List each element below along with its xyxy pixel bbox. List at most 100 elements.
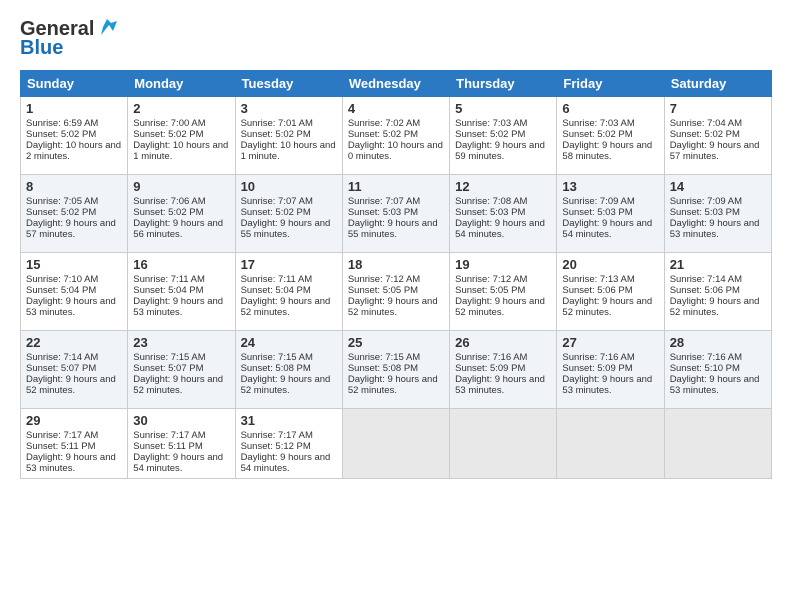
sunset-label: Sunset: 5:05 PM bbox=[455, 285, 525, 296]
logo-blue: Blue bbox=[20, 37, 63, 60]
sunrise-label: Sunrise: 7:16 AM bbox=[670, 352, 742, 363]
sunrise-label: Sunrise: 7:17 AM bbox=[26, 430, 98, 441]
daylight-label: Daylight: 9 hours and 55 minutes. bbox=[241, 218, 331, 240]
day-number: 13 bbox=[562, 179, 658, 194]
daylight-label: Daylight: 9 hours and 53 minutes. bbox=[455, 374, 545, 396]
header-cell-friday: Friday bbox=[557, 71, 664, 97]
sunrise-label: Sunrise: 7:15 AM bbox=[348, 352, 420, 363]
day-number: 10 bbox=[241, 179, 337, 194]
day-number: 20 bbox=[562, 257, 658, 272]
calendar-cell: 31 Sunrise: 7:17 AM Sunset: 5:12 PM Dayl… bbox=[235, 409, 342, 479]
logo-bird-icon bbox=[95, 17, 117, 39]
week-row-5: 29 Sunrise: 7:17 AM Sunset: 5:11 PM Dayl… bbox=[21, 409, 772, 479]
daylight-label: Daylight: 9 hours and 52 minutes. bbox=[133, 374, 223, 396]
sunset-label: Sunset: 5:11 PM bbox=[133, 441, 203, 452]
day-number: 30 bbox=[133, 413, 229, 428]
day-number: 31 bbox=[241, 413, 337, 428]
calendar-cell: 8 Sunrise: 7:05 AM Sunset: 5:02 PM Dayli… bbox=[21, 175, 128, 253]
daylight-label: Daylight: 9 hours and 52 minutes. bbox=[455, 296, 545, 318]
sunset-label: Sunset: 5:04 PM bbox=[133, 285, 203, 296]
sunset-label: Sunset: 5:08 PM bbox=[241, 363, 311, 374]
sunset-label: Sunset: 5:07 PM bbox=[26, 363, 96, 374]
calendar-cell: 14 Sunrise: 7:09 AM Sunset: 5:03 PM Dayl… bbox=[664, 175, 771, 253]
sunrise-label: Sunrise: 7:15 AM bbox=[241, 352, 313, 363]
daylight-label: Daylight: 9 hours and 53 minutes. bbox=[133, 296, 223, 318]
sunrise-label: Sunrise: 7:10 AM bbox=[26, 274, 98, 285]
sunrise-label: Sunrise: 6:59 AM bbox=[26, 118, 98, 129]
day-number: 27 bbox=[562, 335, 658, 350]
calendar-cell: 19 Sunrise: 7:12 AM Sunset: 5:05 PM Dayl… bbox=[450, 253, 557, 331]
day-number: 18 bbox=[348, 257, 444, 272]
sunset-label: Sunset: 5:05 PM bbox=[348, 285, 418, 296]
sunrise-label: Sunrise: 7:03 AM bbox=[455, 118, 527, 129]
header-cell-saturday: Saturday bbox=[664, 71, 771, 97]
sunrise-label: Sunrise: 7:05 AM bbox=[26, 196, 98, 207]
sunset-label: Sunset: 5:02 PM bbox=[241, 129, 311, 140]
sunrise-label: Sunrise: 7:07 AM bbox=[348, 196, 420, 207]
daylight-label: Daylight: 9 hours and 52 minutes. bbox=[241, 374, 331, 396]
calendar-cell: 25 Sunrise: 7:15 AM Sunset: 5:08 PM Dayl… bbox=[342, 331, 449, 409]
day-number: 12 bbox=[455, 179, 551, 194]
calendar-cell: 29 Sunrise: 7:17 AM Sunset: 5:11 PM Dayl… bbox=[21, 409, 128, 479]
week-row-1: 1 Sunrise: 6:59 AM Sunset: 5:02 PM Dayli… bbox=[21, 97, 772, 175]
calendar-cell: 21 Sunrise: 7:14 AM Sunset: 5:06 PM Dayl… bbox=[664, 253, 771, 331]
day-number: 15 bbox=[26, 257, 122, 272]
calendar-cell bbox=[450, 409, 557, 479]
calendar-cell: 11 Sunrise: 7:07 AM Sunset: 5:03 PM Dayl… bbox=[342, 175, 449, 253]
calendar-cell: 4 Sunrise: 7:02 AM Sunset: 5:02 PM Dayli… bbox=[342, 97, 449, 175]
sunset-label: Sunset: 5:03 PM bbox=[348, 207, 418, 218]
sunset-label: Sunset: 5:02 PM bbox=[133, 129, 203, 140]
day-number: 8 bbox=[26, 179, 122, 194]
page: General Blue SundayMondayTuesdayWednesda… bbox=[0, 0, 792, 491]
daylight-label: Daylight: 9 hours and 53 minutes. bbox=[562, 374, 652, 396]
sunrise-label: Sunrise: 7:13 AM bbox=[562, 274, 634, 285]
sunrise-label: Sunrise: 7:16 AM bbox=[562, 352, 634, 363]
sunset-label: Sunset: 5:02 PM bbox=[455, 129, 525, 140]
header-cell-thursday: Thursday bbox=[450, 71, 557, 97]
day-number: 28 bbox=[670, 335, 766, 350]
day-number: 22 bbox=[26, 335, 122, 350]
daylight-label: Daylight: 9 hours and 57 minutes. bbox=[26, 218, 116, 240]
day-number: 14 bbox=[670, 179, 766, 194]
daylight-label: Daylight: 9 hours and 53 minutes. bbox=[26, 452, 116, 474]
sunset-label: Sunset: 5:09 PM bbox=[562, 363, 632, 374]
sunset-label: Sunset: 5:11 PM bbox=[26, 441, 96, 452]
calendar-cell: 2 Sunrise: 7:00 AM Sunset: 5:02 PM Dayli… bbox=[128, 97, 235, 175]
sunset-label: Sunset: 5:10 PM bbox=[670, 363, 740, 374]
calendar-cell bbox=[342, 409, 449, 479]
sunset-label: Sunset: 5:03 PM bbox=[562, 207, 632, 218]
sunset-label: Sunset: 5:03 PM bbox=[670, 207, 740, 218]
calendar-cell: 22 Sunrise: 7:14 AM Sunset: 5:07 PM Dayl… bbox=[21, 331, 128, 409]
sunrise-label: Sunrise: 7:06 AM bbox=[133, 196, 205, 207]
daylight-label: Daylight: 9 hours and 52 minutes. bbox=[241, 296, 331, 318]
day-number: 29 bbox=[26, 413, 122, 428]
sunrise-label: Sunrise: 7:15 AM bbox=[133, 352, 205, 363]
day-number: 3 bbox=[241, 101, 337, 116]
week-row-2: 8 Sunrise: 7:05 AM Sunset: 5:02 PM Dayli… bbox=[21, 175, 772, 253]
daylight-label: Daylight: 10 hours and 1 minute. bbox=[241, 140, 336, 162]
week-row-3: 15 Sunrise: 7:10 AM Sunset: 5:04 PM Dayl… bbox=[21, 253, 772, 331]
sunset-label: Sunset: 5:02 PM bbox=[26, 129, 96, 140]
sunrise-label: Sunrise: 7:08 AM bbox=[455, 196, 527, 207]
header-cell-monday: Monday bbox=[128, 71, 235, 97]
calendar-cell: 1 Sunrise: 6:59 AM Sunset: 5:02 PM Dayli… bbox=[21, 97, 128, 175]
week-row-4: 22 Sunrise: 7:14 AM Sunset: 5:07 PM Dayl… bbox=[21, 331, 772, 409]
calendar-cell bbox=[557, 409, 664, 479]
calendar-cell: 26 Sunrise: 7:16 AM Sunset: 5:09 PM Dayl… bbox=[450, 331, 557, 409]
calendar-cell: 13 Sunrise: 7:09 AM Sunset: 5:03 PM Dayl… bbox=[557, 175, 664, 253]
day-number: 17 bbox=[241, 257, 337, 272]
calendar-cell: 3 Sunrise: 7:01 AM Sunset: 5:02 PM Dayli… bbox=[235, 97, 342, 175]
sunrise-label: Sunrise: 7:14 AM bbox=[670, 274, 742, 285]
day-number: 25 bbox=[348, 335, 444, 350]
calendar-cell: 17 Sunrise: 7:11 AM Sunset: 5:04 PM Dayl… bbox=[235, 253, 342, 331]
header-cell-tuesday: Tuesday bbox=[235, 71, 342, 97]
calendar-cell: 18 Sunrise: 7:12 AM Sunset: 5:05 PM Dayl… bbox=[342, 253, 449, 331]
calendar-cell: 12 Sunrise: 7:08 AM Sunset: 5:03 PM Dayl… bbox=[450, 175, 557, 253]
sunrise-label: Sunrise: 7:14 AM bbox=[26, 352, 98, 363]
daylight-label: Daylight: 9 hours and 54 minutes. bbox=[133, 452, 223, 474]
sunrise-label: Sunrise: 7:09 AM bbox=[670, 196, 742, 207]
calendar-cell: 24 Sunrise: 7:15 AM Sunset: 5:08 PM Dayl… bbox=[235, 331, 342, 409]
sunrise-label: Sunrise: 7:07 AM bbox=[241, 196, 313, 207]
daylight-label: Daylight: 10 hours and 0 minutes. bbox=[348, 140, 443, 162]
sunrise-label: Sunrise: 7:01 AM bbox=[241, 118, 313, 129]
